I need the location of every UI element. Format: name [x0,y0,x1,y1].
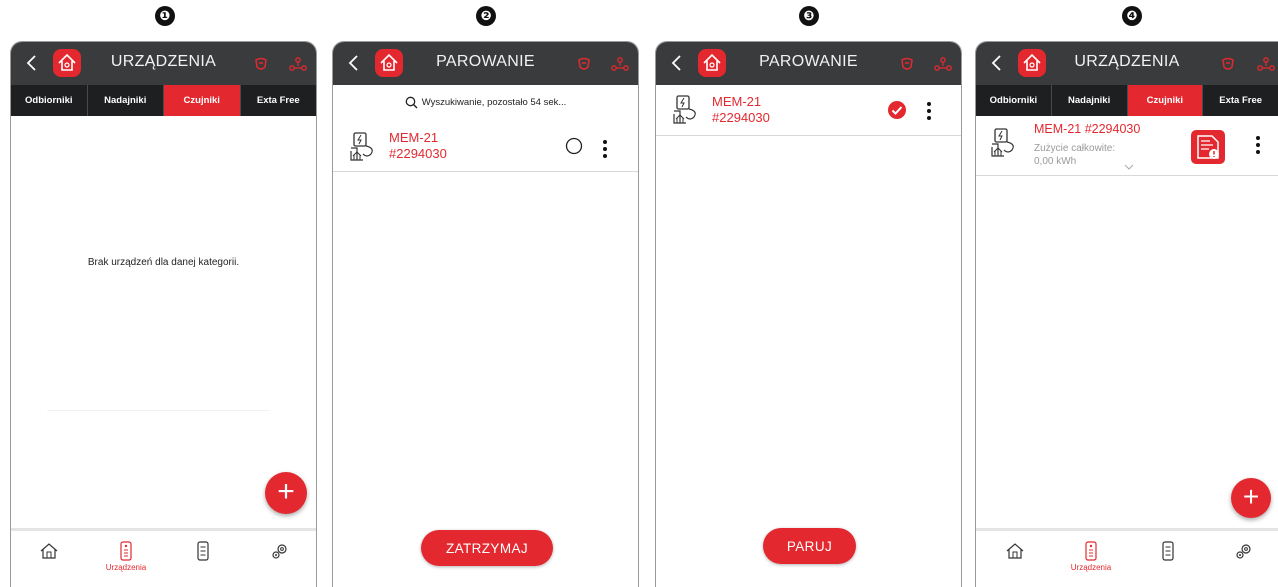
search-status: Wyszukiwanie, pozostało 54 sek... [333,96,638,109]
tab-exta-free[interactable]: Exta Free [241,85,317,116]
stop-button[interactable]: ZATRZYMAJ [421,530,553,566]
device-name-line2: #2294030 [712,110,770,125]
more-options-icon[interactable] [602,140,608,161]
bottom-navigation: Urządzenia [976,528,1278,587]
nav-panel[interactable] [1138,541,1198,561]
device-name-line1: MEM-21 [389,130,439,145]
page-title: URZĄDZENIA [110,53,217,70]
step-number-3: ❸ [799,6,819,26]
device-name-line2: #2294030 [389,146,447,161]
page-title: URZĄDZENIA [1074,53,1180,70]
pair-button[interactable]: PARUJ [763,528,856,564]
phone-screen-pairing-selected: PAROWANIE MEM-21 #2294030 PARUJ [655,41,962,587]
list-item[interactable]: MEM-21 #2294030 Zużycie całkowite: 0,00 … [976,116,1278,176]
home-logo-icon[interactable] [1018,49,1046,77]
nav-home[interactable] [985,541,1045,561]
energy-meter-icon [991,128,1014,157]
select-radio-icon[interactable] [565,137,583,155]
nav-devices[interactable]: Urządzenia [1061,541,1121,572]
phone-screen-devices-list: URZĄDZENIA Odbiorniki Nadajniki Czujniki… [975,41,1278,587]
chevron-down-icon[interactable] [1124,164,1134,170]
remote-icon [1085,541,1097,561]
panel-icon [1162,541,1174,561]
category-tabs: Odbiorniki Nadajniki Czujniki Exta Free [976,85,1278,116]
list-item[interactable]: MEM-21 #2294030 [333,118,638,172]
top-bar: PAROWANIE [333,42,638,85]
home-logo-icon[interactable] [375,49,403,77]
consumption-label: Zużycie całkowite: [1034,143,1116,154]
device-name: MEM-21 #2294030 [1034,122,1141,136]
shield-icon[interactable] [575,55,593,73]
nav-devices-label: Urządzenia [105,563,147,572]
gears-icon [1236,544,1251,559]
nav-settings[interactable] [1214,541,1274,561]
tab-odbiorniki[interactable]: Odbiorniki [976,85,1052,116]
nav-devices-label: Urządzenia [1070,563,1112,572]
step-number-4: ❹ [1122,6,1142,26]
home-logo-icon[interactable] [53,49,81,77]
tab-czujniki[interactable]: Czujniki [1127,85,1204,116]
tab-odbiorniki[interactable]: Odbiorniki [11,85,88,116]
nav-settings[interactable] [250,541,310,561]
meter-report-icon[interactable] [1191,130,1225,164]
home-logo-icon[interactable] [698,49,726,77]
network-icon[interactable] [1256,55,1276,73]
network-icon[interactable] [288,55,308,73]
back-arrow-icon[interactable] [986,51,1008,75]
check-circle-icon[interactable] [887,100,907,120]
network-icon[interactable] [933,55,953,73]
shield-icon[interactable] [898,55,916,73]
house-icon [40,543,58,559]
network-icon[interactable] [610,55,630,73]
more-options-icon[interactable] [926,102,932,123]
phone-screen-pairing-search: PAROWANIE Wyszukiwanie, pozostało 54 sek… [332,41,639,587]
energy-meter-icon [673,95,696,124]
gears-icon [272,544,287,559]
top-bar: PAROWANIE [656,42,961,85]
bottom-navigation: Urządzenia [11,528,316,587]
page-title: PAROWANIE [436,53,535,70]
back-arrow-icon[interactable] [21,51,43,75]
panel-icon [197,541,209,561]
add-device-button[interactable]: + [1231,478,1271,518]
search-icon [405,96,418,109]
nav-home[interactable] [19,541,79,561]
top-bar: URZĄDZENIA [11,42,316,85]
top-bar: URZĄDZENIA [976,42,1278,85]
empty-state-message: Brak urządzeń dla danej kategorii. [87,257,240,268]
tab-nadajniki[interactable]: Nadajniki [1052,85,1128,116]
house-icon [1006,543,1024,559]
tab-czujniki[interactable]: Czujniki [164,85,241,116]
search-status-text: Wyszukiwanie, pozostało 54 sek... [421,97,567,109]
device-name-line1: MEM-21 [712,94,762,109]
page-title: PAROWANIE [759,53,858,70]
nav-devices[interactable]: Urządzenia [96,541,156,572]
step-number-2: ❷ [476,6,496,26]
shield-icon[interactable] [1219,55,1237,73]
tab-exta-free[interactable]: Exta Free [1203,85,1278,116]
energy-meter-icon [350,132,373,161]
back-arrow-icon[interactable] [343,51,365,75]
shield-icon[interactable] [252,55,270,73]
more-options-icon[interactable] [1255,136,1261,157]
category-tabs: Odbiorniki Nadajniki Czujniki Exta Free [11,85,316,116]
list-item[interactable]: MEM-21 #2294030 [656,85,961,136]
remote-icon [120,541,132,561]
nav-panel[interactable] [173,541,233,561]
step-number-1: ❶ [155,6,175,26]
divider [47,410,270,411]
back-arrow-icon[interactable] [666,51,688,75]
phone-screen-devices-empty: URZĄDZENIA Odbiorniki Nadajniki Czujniki… [10,41,317,587]
tab-nadajniki[interactable]: Nadajniki [88,85,164,116]
add-device-button[interactable]: + [265,472,307,514]
consumption-value: 0,00 kWh [1034,156,1077,167]
